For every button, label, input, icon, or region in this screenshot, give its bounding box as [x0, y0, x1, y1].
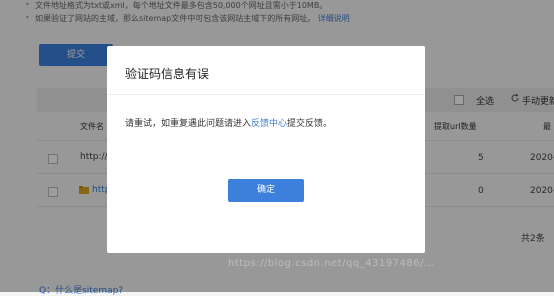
watermark: https://blog.csdn.net/qq_43197486/...: [228, 258, 435, 269]
dialog-title: 验证码信息有误: [125, 67, 210, 81]
error-dialog: 验证码信息有误 请重试，如重复遇此问题请进入反馈中心提交反馈。 确定: [107, 46, 425, 253]
dialog-message: 请重试，如重复遇此问题请进入反馈中心提交反馈。: [125, 119, 333, 129]
confirm-button[interactable]: 确定: [228, 179, 304, 202]
feedback-center-link[interactable]: 反馈中心: [251, 119, 287, 129]
dialog-divider: [107, 94, 425, 95]
